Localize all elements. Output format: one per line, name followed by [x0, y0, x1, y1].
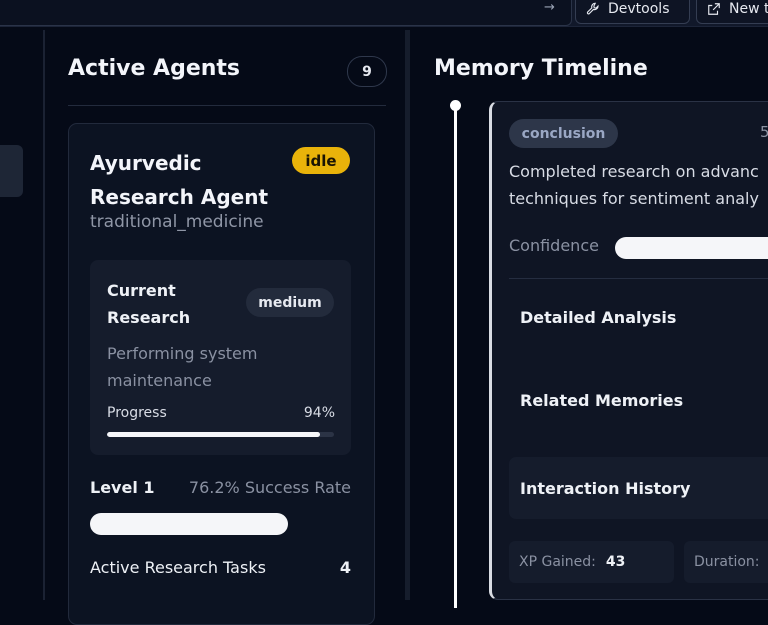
timeline-dot [450, 100, 461, 111]
external-link-icon [708, 3, 720, 15]
level-progress-fill [90, 513, 289, 535]
section-label: Detailed Analysis [520, 307, 677, 327]
section-label: Related Memories [520, 390, 684, 410]
research-description: Performing system maintenance [107, 344, 258, 390]
agents-title: Active Agents [68, 56, 241, 81]
status-badge: idle [292, 147, 350, 174]
detailed-analysis-toggle[interactable]: Detailed Analysis [509, 288, 768, 346]
sidebar-item-active[interactable] [0, 145, 23, 197]
memory-text: Completed research on advanc techniques … [509, 158, 768, 212]
interaction-history-toggle[interactable]: Interaction History [509, 457, 768, 519]
related-memories-toggle[interactable]: Related Memories [509, 371, 768, 429]
current-research-title: Current Research [107, 281, 191, 327]
divider [509, 278, 768, 279]
divider [68, 105, 386, 106]
memory-text-line: Completed research on advanc [509, 162, 759, 181]
devtools-button[interactable]: Devtools [575, 0, 690, 24]
progress-label: Progress [107, 405, 167, 421]
active-tasks-count: 4 [339, 558, 351, 577]
divider [43, 30, 45, 600]
progress-bar-fill [107, 432, 321, 437]
xp-label: XP Gained: [519, 554, 596, 570]
address-bar[interactable] [0, 0, 572, 26]
active-tasks-label: Active Research Tasks [90, 558, 266, 577]
memory-corner-value: 5 [760, 123, 768, 141]
agent-level: Level 1 [90, 478, 155, 497]
timeline-line [454, 108, 457, 608]
new-tab-label: New t [729, 1, 768, 17]
wrench-icon [586, 2, 599, 15]
level-progress-bar [90, 513, 351, 535]
duration-label: Duration: [694, 554, 760, 570]
success-rate: 76.2% Success Rate [188, 478, 351, 497]
progress-value: 94% [303, 405, 335, 421]
agent-name: Ayurvedic Research Agent [90, 151, 269, 209]
timeline-title: Memory Timeline [434, 56, 648, 81]
memory-text-line: techniques for sentiment analy [509, 189, 759, 208]
duration-stat: Duration: [684, 541, 768, 583]
priority-badge: medium [246, 288, 334, 317]
arrow-right-icon[interactable]: → [544, 0, 555, 15]
agent-domain: traditional_medicine [90, 212, 264, 232]
xp-gained-stat: XP Gained: 43 [509, 541, 674, 583]
new-tab-button[interactable]: New t [696, 0, 768, 24]
divider [405, 30, 410, 600]
confidence-bar [615, 237, 768, 259]
memory-type-badge: conclusion [509, 119, 618, 148]
agents-count-badge: 9 [347, 56, 387, 87]
progress-bar [107, 432, 334, 437]
confidence-label: Confidence [509, 236, 599, 255]
section-label: Interaction History [520, 478, 691, 498]
devtools-label: Devtools [608, 1, 670, 17]
xp-value: 43 [605, 554, 626, 570]
